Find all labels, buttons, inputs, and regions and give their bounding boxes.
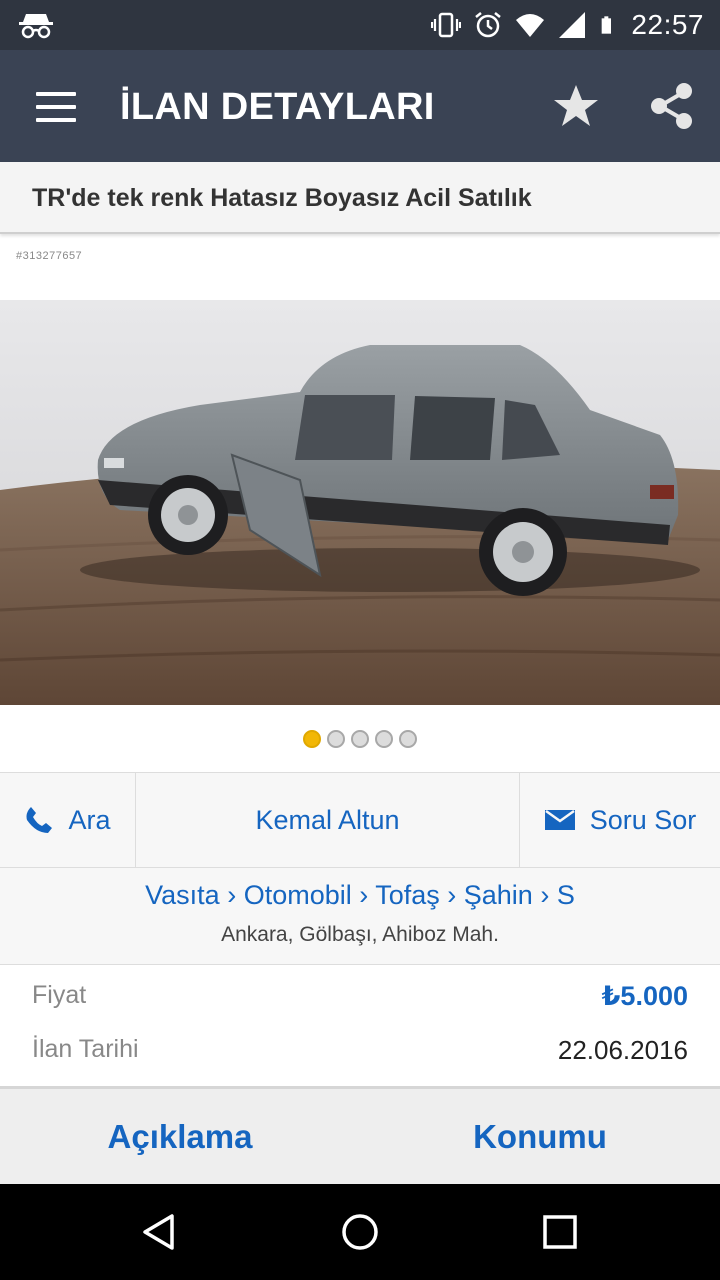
category-path[interactable]: Vasıta › Otomobil › Tofaş › Şahin › S — [0, 868, 720, 911]
seller-name: Kemal Altun — [255, 804, 400, 835]
app-bar: İLAN DETAYLARI — [0, 50, 720, 162]
bottom-tabs: Açıklama Konumu — [0, 1086, 720, 1184]
listing-photo[interactable] — [0, 300, 720, 705]
location-text: Ankara, Gölbaşı, Ahiboz Mah. — [221, 923, 499, 946]
ask-label: Soru Sor — [589, 804, 697, 835]
recent-apps-icon[interactable] — [540, 1212, 580, 1252]
pager-dot-3[interactable] — [351, 730, 369, 748]
wifi-icon — [516, 14, 545, 37]
menu-icon[interactable] — [36, 92, 76, 122]
contact-row: Ara Kemal Altun Soru Sor — [0, 772, 720, 868]
home-icon[interactable] — [340, 1212, 380, 1252]
call-button[interactable]: Ara — [0, 773, 136, 867]
tab-location[interactable]: Konumu — [360, 1089, 720, 1184]
status-time: 22:57 — [631, 9, 704, 40]
listing-details: Fiyat ₺5.000 İlan Tarihi 22.06.2016 — [0, 964, 720, 1086]
price-value: ₺5.000 — [601, 981, 688, 1011]
date-value: 22.06.2016 — [557, 1035, 688, 1065]
signal-icon — [559, 12, 586, 38]
page-title: İLAN DETAYLARI — [120, 86, 435, 128]
pager-dot-5[interactable] — [399, 730, 417, 748]
listing-title: TR'de tek renk Hatasız Boyasız Acil Satı… — [32, 184, 532, 212]
price-label: Fiyat — [32, 981, 87, 1009]
date-row: İlan Tarihi 22.06.2016 — [32, 1035, 688, 1066]
share-icon[interactable] — [648, 80, 696, 132]
breadcrumb: Vasıta › Otomobil › Tofaş › Şahin › S An… — [0, 868, 720, 964]
photo-pager — [0, 730, 720, 750]
back-icon[interactable] — [140, 1212, 180, 1252]
listing-title-bar: TR'de tek renk Hatasız Boyasız Acil Satı… — [0, 162, 720, 234]
battery-icon — [602, 16, 612, 34]
alarm-icon — [475, 12, 502, 38]
car-photo-image — [0, 300, 720, 705]
call-label: Ara — [68, 804, 111, 835]
pager-dot-2[interactable] — [327, 730, 345, 748]
status-bar: 22:57 — [0, 0, 720, 50]
incognito-icon — [19, 14, 53, 39]
date-label: İlan Tarihi — [32, 1035, 139, 1063]
listing-id: #313277657 — [16, 250, 83, 262]
mail-icon — [544, 809, 575, 830]
vibrate-icon — [431, 12, 462, 38]
pager-dot-1[interactable] — [303, 730, 321, 748]
pager-dot-4[interactable] — [375, 730, 393, 748]
price-row: Fiyat ₺5.000 — [32, 981, 688, 1012]
ask-question-button[interactable]: Soru Sor — [520, 773, 720, 867]
star-icon[interactable] — [552, 82, 600, 130]
phone-icon — [26, 807, 53, 833]
system-nav-bar — [0, 1184, 720, 1280]
tab-description[interactable]: Açıklama — [0, 1089, 360, 1184]
seller-name-button[interactable]: Kemal Altun — [136, 773, 520, 867]
